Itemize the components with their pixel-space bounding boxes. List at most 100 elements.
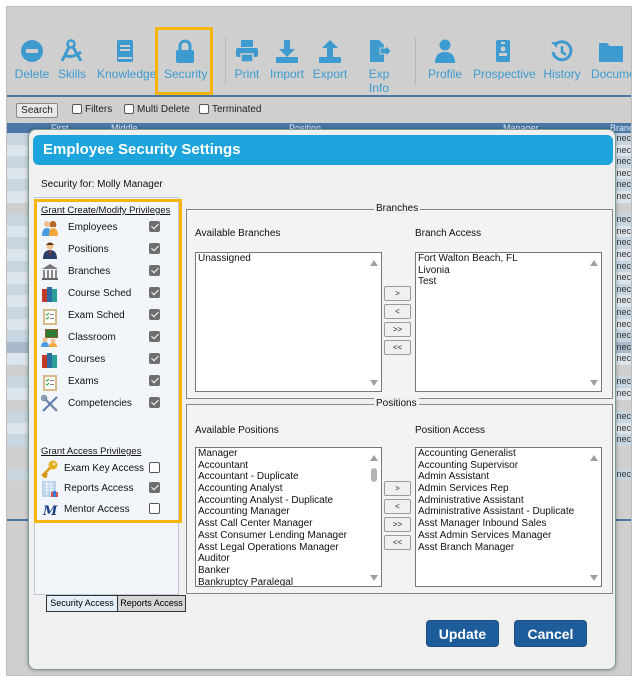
knowledge-button[interactable]: Knowledge <box>97 39 156 81</box>
scroll-down-arrow[interactable] <box>370 575 378 581</box>
branch-access-list[interactable]: Fort Walton Beach, FL Livonia Test <box>415 252 602 392</box>
scroll-up-arrow[interactable] <box>370 455 378 461</box>
scroll-up-arrow[interactable] <box>370 260 378 266</box>
remove-all-positions-button[interactable]: << <box>384 535 411 550</box>
update-button[interactable]: Update <box>426 620 499 647</box>
history-button[interactable]: History <box>543 39 581 81</box>
list-item[interactable]: Accounting Analyst - Duplicate <box>196 495 381 507</box>
documents-button[interactable]: Docume <box>591 39 631 81</box>
privilege-classroom: Classroom <box>41 329 171 347</box>
list-item[interactable]: Test <box>416 276 601 288</box>
profile-button[interactable]: Profile <box>427 39 463 81</box>
list-item[interactable]: Fort Walton Beach, FL <box>416 253 601 265</box>
reports-access-checkbox[interactable] <box>149 482 160 493</box>
position-access-list[interactable]: Accounting Generalist Accounting Supervis… <box>415 447 602 587</box>
courses-checkbox[interactable] <box>149 353 160 364</box>
branches-fieldset: Branches Available Branches Branch Acces… <box>186 203 613 399</box>
bank-icon <box>42 264 58 280</box>
classroom-checkbox[interactable] <box>149 331 160 342</box>
privilege-course-sched: Course Sched <box>41 285 171 303</box>
multi-delete-label: Multi Delete <box>137 104 190 115</box>
exam-sched-checkbox[interactable] <box>149 309 160 320</box>
competencies-checkbox[interactable] <box>149 397 160 408</box>
table-cell: nec <box>616 376 631 387</box>
list-item[interactable]: Unassigned <box>196 253 381 265</box>
available-branches-list[interactable]: Unassigned <box>195 252 382 392</box>
tab-reports-access[interactable]: Reports Access <box>117 595 186 612</box>
checkbox-box[interactable] <box>72 104 82 115</box>
privilege-courses: Courses <box>41 351 171 369</box>
scroll-up-arrow[interactable] <box>590 455 598 461</box>
tab-security-access[interactable]: Security Access <box>46 595 118 612</box>
table-cell: nec <box>616 411 631 422</box>
privilege-mentor-access: M Mentor Access <box>41 501 171 519</box>
prospective-button[interactable]: Prospective <box>473 39 536 81</box>
checkbox-box[interactable] <box>124 104 134 115</box>
mentor-icon: M <box>42 504 58 519</box>
export-button[interactable]: Export <box>312 39 348 81</box>
list-item[interactable]: Accounting Analyst <box>196 483 381 495</box>
scroll-down-arrow[interactable] <box>370 380 378 386</box>
list-item[interactable]: Asst Branch Manager <box>416 542 601 554</box>
remove-branch-button[interactable]: < <box>384 304 411 319</box>
available-positions-label: Available Positions <box>195 425 279 436</box>
privilege-label: Classroom <box>68 332 116 343</box>
course-sched-checkbox[interactable] <box>149 287 160 298</box>
add-branch-button[interactable]: > <box>384 286 411 301</box>
list-item[interactable]: Manager <box>196 448 381 460</box>
remove-all-branches-button[interactable]: << <box>384 340 411 355</box>
terminated-checkbox[interactable]: Terminated <box>199 104 261 115</box>
privilege-label: Mentor Access <box>64 504 130 515</box>
mentor-access-checkbox[interactable] <box>149 503 160 514</box>
list-item[interactable]: Asst Admin Services Manager <box>416 530 601 542</box>
exam-key-access-checkbox[interactable] <box>149 462 160 473</box>
list-item[interactable]: Asst Legal Operations Manager <box>196 542 381 554</box>
exp-info-button[interactable]: Exp Info <box>357 39 401 95</box>
list-item[interactable]: Asst Call Center Manager <box>196 518 381 530</box>
list-item[interactable]: Accountant - Duplicate <box>196 471 381 483</box>
list-item[interactable]: Accounting Manager <box>196 506 381 518</box>
list-item[interactable]: Asst Consumer Lending Manager <box>196 530 381 542</box>
add-position-button[interactable]: > <box>384 481 411 496</box>
positions-checkbox[interactable] <box>149 243 160 254</box>
table-cell: nec <box>616 214 631 225</box>
position-access-label: Position Access <box>415 425 486 436</box>
remove-position-button[interactable]: < <box>384 499 411 514</box>
list-item[interactable]: Banker <box>196 565 381 577</box>
branches-legend: Branches <box>374 203 421 214</box>
list-item[interactable]: Administrative Assistant - Duplicate <box>416 506 601 518</box>
print-button[interactable]: Print <box>233 39 261 81</box>
toolbar-label: Skills <box>57 67 86 81</box>
scroll-thumb[interactable] <box>371 468 377 482</box>
scroll-up-arrow[interactable] <box>590 260 598 266</box>
cancel-button[interactable]: Cancel <box>514 620 587 647</box>
list-item[interactable]: Admin Assistant <box>416 471 601 483</box>
privilege-exams: Exams <box>41 373 171 391</box>
branches-checkbox[interactable] <box>149 265 160 276</box>
employees-checkbox[interactable] <box>149 221 160 232</box>
list-item[interactable]: Livonia <box>416 265 601 277</box>
scroll-down-arrow[interactable] <box>590 575 598 581</box>
list-item[interactable]: Accounting Supervisor <box>416 460 601 472</box>
checkbox-box[interactable] <box>199 104 209 115</box>
svg-text:M: M <box>42 504 58 519</box>
table-cell: nec <box>616 318 631 329</box>
list-item[interactable]: Accounting Generalist <box>416 448 601 460</box>
add-all-branches-button[interactable]: >> <box>384 322 411 337</box>
list-item[interactable]: Admin Services Rep <box>416 483 601 495</box>
import-button[interactable]: Import <box>269 39 305 81</box>
available-positions-list[interactable]: Manager Accountant Accountant - Duplicate A… <box>195 447 382 587</box>
delete-button[interactable]: Delete <box>14 39 50 81</box>
exams-checkbox[interactable] <box>149 375 160 386</box>
list-item[interactable]: Accountant <box>196 460 381 472</box>
list-item[interactable]: Auditor <box>196 553 381 565</box>
list-item[interactable]: Bankruptcy Paralegal <box>196 577 381 586</box>
skills-button[interactable]: Skills <box>57 39 87 81</box>
filters-checkbox[interactable]: Filters <box>72 104 112 115</box>
multi-delete-checkbox[interactable]: Multi Delete <box>124 104 190 115</box>
add-all-positions-button[interactable]: >> <box>384 517 411 532</box>
list-item[interactable]: Asst Manager Inbound Sales <box>416 518 601 530</box>
search-button[interactable]: Search <box>16 103 58 118</box>
list-item[interactable]: Administrative Assistant <box>416 495 601 507</box>
scroll-down-arrow[interactable] <box>590 380 598 386</box>
